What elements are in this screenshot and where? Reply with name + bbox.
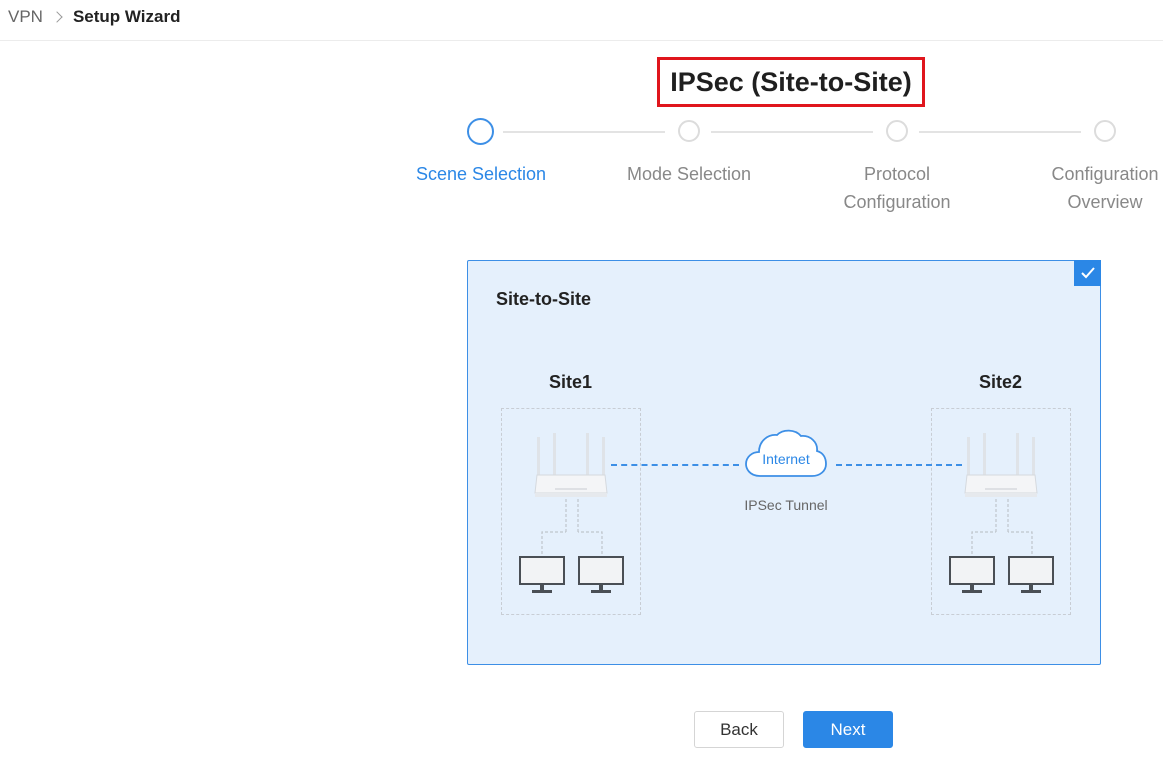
breadcrumb-vpn[interactable]: VPN [8, 7, 43, 27]
card-title: Site-to-Site [496, 289, 592, 309]
checkmark-icon [1080, 267, 1095, 279]
site2-label: Site2 [979, 372, 1023, 392]
computer-icon [949, 556, 995, 593]
step-1-indicator [467, 118, 494, 145]
step-4-label: Configuration Overview [1051, 164, 1159, 212]
next-button[interactable]: Next [803, 711, 893, 748]
router-icon [534, 433, 608, 497]
breadcrumb-current: Setup Wizard [72, 7, 181, 26]
connector-lines [971, 499, 1033, 559]
cloud-label: Internet [762, 451, 810, 467]
computer-icon [1008, 556, 1054, 593]
header-divider [0, 40, 1163, 41]
step-connector [711, 131, 873, 133]
breadcrumb: VPN Setup Wizard [8, 6, 181, 28]
router-icon [964, 433, 1038, 497]
step-2-label: Mode Selection [626, 164, 752, 184]
chevron-right-icon [51, 11, 63, 23]
step-4-indicator [1094, 120, 1116, 142]
computer-icon [519, 556, 565, 593]
step-3-label: Protocol Configuration [843, 164, 951, 212]
selected-badge [1074, 260, 1101, 286]
title-highlight-box: IPSec (Site-to-Site) [657, 57, 925, 107]
tunnel-line-left [611, 464, 739, 466]
site2-box [931, 408, 1071, 615]
page-title: IPSec (Site-to-Site) [670, 66, 912, 97]
connector-lines [541, 499, 603, 559]
site1-box [501, 408, 641, 615]
step-1-label: Scene Selection [415, 164, 547, 184]
site-to-site-card[interactable]: Site-to-Site Site1 Site2 Internet IPSec … [467, 260, 1101, 665]
step-connector [503, 131, 665, 133]
computer-icon [578, 556, 624, 593]
tunnel-line-right [836, 464, 962, 466]
step-2-indicator [678, 120, 700, 142]
tunnel-label: IPSec Tunnel [744, 497, 828, 513]
step-connector [919, 131, 1081, 133]
step-3-indicator [886, 120, 908, 142]
back-button[interactable]: Back [694, 711, 784, 748]
site1-label: Site1 [549, 372, 593, 392]
